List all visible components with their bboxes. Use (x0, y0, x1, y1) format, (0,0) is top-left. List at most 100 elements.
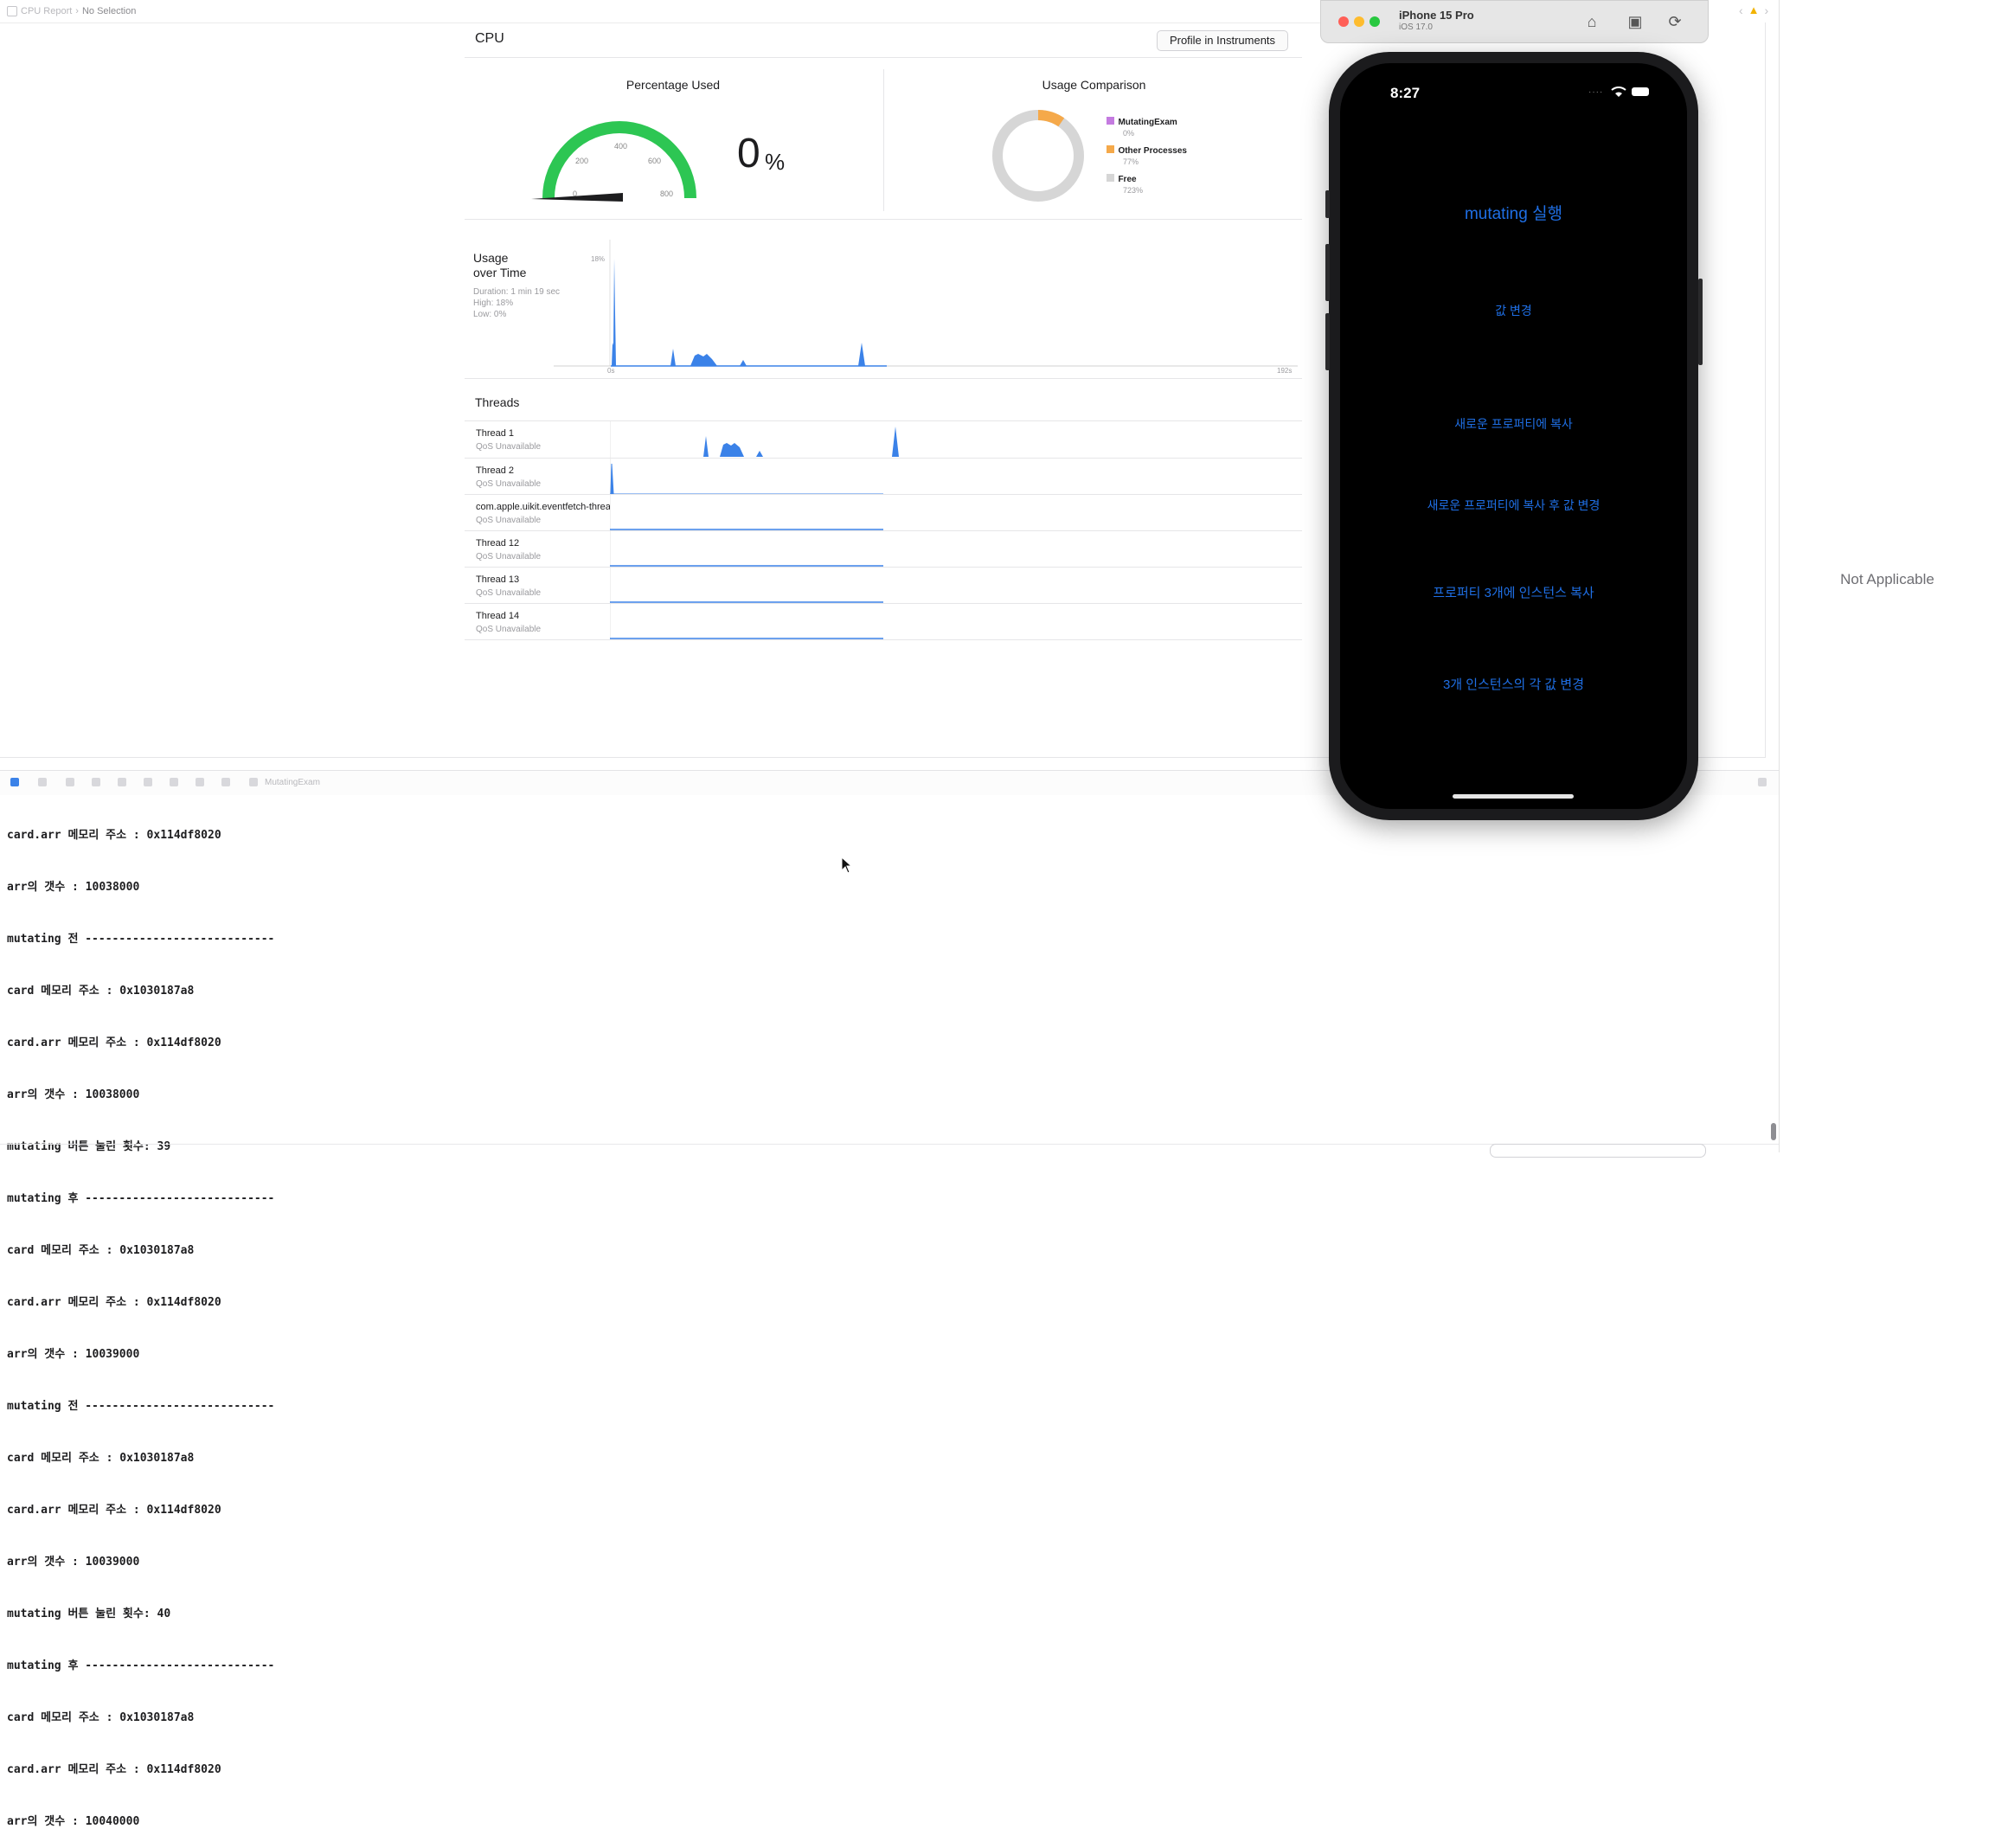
copy-instance-to-three-properties-button[interactable]: 프로퍼티 3개에 인스턴스 복사 (1340, 583, 1687, 601)
thread-name: Thread 12 (476, 538, 520, 549)
divider (465, 639, 1302, 640)
location-icon[interactable] (221, 778, 230, 786)
change-three-instances-button[interactable]: 3개 인스턴스의 각 값 변경 (1340, 675, 1687, 693)
console-line: card.arr 메모리 주소 : 0x114df8020 (7, 1763, 221, 1776)
console-line: card.arr 메모리 주소 : 0x114df8020 (7, 1504, 221, 1517)
step-over-icon[interactable] (66, 778, 74, 786)
thread-activity (610, 463, 883, 495)
screenshot-icon[interactable]: ▣ (1626, 12, 1645, 31)
thread-qos: QoS Unavailable (476, 625, 542, 634)
wifi-icon (1611, 87, 1626, 97)
console-line: mutating 버튼 눌린 횟수: 40 (7, 1607, 171, 1620)
console-line: arr의 갯수 : 10039000 (7, 1556, 140, 1569)
thread-activity (610, 427, 908, 457)
action-button[interactable] (1325, 190, 1330, 218)
usage-spike (690, 354, 717, 366)
home-indicator[interactable] (1453, 794, 1574, 799)
thread-row[interactable]: com.apple.uikit.eventfetch-thread QoS Un… (465, 495, 1302, 531)
thread-row[interactable]: Thread 1 QoS Unavailable (465, 421, 1302, 458)
percentage-unit: % (765, 149, 786, 175)
step-out-icon[interactable] (118, 778, 126, 786)
console-line: arr의 갯수 : 10040000 (7, 1815, 140, 1828)
copy-and-change-value-button[interactable]: 새로운 프로퍼티에 복사 후 값 변경 (1340, 497, 1687, 514)
usage-spike (858, 343, 865, 366)
console-output[interactable]: card.arr 메모리 주소 : 0x114df8020 arr의 갯수 : … (7, 792, 274, 1848)
debug-view-hierarchy-icon[interactable] (144, 778, 152, 786)
copy-to-new-property-button[interactable]: 새로운 프로퍼티에 복사 (1340, 415, 1687, 433)
console-filter-input[interactable] (1490, 1144, 1706, 1158)
chevron-right-icon: › (75, 6, 79, 16)
thread-name: com.apple.uikit.eventfetch-thread (476, 502, 610, 512)
thread-graph (610, 604, 883, 640)
rotate-icon[interactable]: ⟳ (1665, 12, 1684, 31)
step-in-icon[interactable] (92, 778, 100, 786)
debug-target-name: MutatingExam (265, 778, 320, 787)
breadcrumb-selection[interactable]: No Selection (82, 6, 136, 16)
console-line: mutating 전 ---------------------------- (7, 933, 275, 946)
change-value-button[interactable]: 값 변경 (1340, 302, 1687, 319)
gauge-tick-label: 400 (614, 142, 627, 151)
home-icon[interactable]: ⌂ (1582, 12, 1601, 31)
minimize-window-button[interactable] (1354, 16, 1364, 27)
console-line: card 메모리 주소 : 0x1030187a8 (7, 985, 195, 998)
volume-down-button[interactable] (1325, 313, 1330, 370)
memory-graph-icon[interactable] (170, 778, 178, 786)
usage-high: High: 18% (473, 298, 514, 308)
thread-name: Thread 14 (476, 611, 520, 621)
thread-row[interactable]: Thread 12 QoS Unavailable (465, 531, 1302, 568)
donut-free-segment (992, 110, 1084, 202)
gauge-tick-label: 600 (648, 157, 661, 165)
percentage-value: 0 (737, 131, 760, 176)
mutating-run-button[interactable]: mutating 실행 (1340, 201, 1687, 224)
thread-graph (610, 495, 883, 531)
panel-toggle-icon[interactable] (1758, 778, 1767, 786)
console-line: card 메모리 주소 : 0x1030187a8 (7, 1244, 195, 1257)
console-scrollbar[interactable] (1771, 1123, 1776, 1140)
simulator-device-name: iPhone 15 Pro (1399, 9, 1474, 22)
console-line: card.arr 메모리 주소 : 0x114df8020 (7, 829, 221, 842)
legend-swatch (1107, 117, 1114, 125)
console-line: mutating 후 ---------------------------- (7, 1659, 275, 1672)
iphone-screen (1340, 63, 1687, 809)
gauge-arc (542, 121, 696, 199)
legend-swatch (1107, 145, 1114, 153)
usage-low: Low: 0% (473, 310, 507, 319)
chevron-left-icon[interactable]: ‹ (1739, 3, 1743, 17)
chevron-right-icon[interactable]: › (1765, 3, 1769, 17)
zoom-window-button[interactable] (1370, 16, 1380, 27)
volume-up-button[interactable] (1325, 244, 1330, 301)
gauge-tick-label: 800 (660, 189, 673, 198)
thread-row[interactable]: Thread 14 QoS Unavailable (465, 604, 1302, 640)
usage-spike (670, 349, 676, 366)
breadcrumb-root[interactable]: CPU Report (21, 6, 72, 16)
inspector-placeholder: Not Applicable (1840, 571, 1934, 587)
status-bar-time: 8:27 (1390, 85, 1421, 101)
warning-icon[interactable]: ▲ (1748, 3, 1760, 17)
thread-graph (610, 459, 883, 495)
usage-stats: Duration: 1 min 19 sec High: 18% Low: 0% (473, 286, 560, 320)
legend-item-mutatingexam: MutatingExam 0% (1107, 113, 1177, 138)
thread-name: Thread 13 (476, 574, 520, 585)
divider (465, 378, 1302, 379)
usage-donut-chart (992, 110, 1084, 202)
environment-overrides-icon[interactable] (196, 778, 204, 786)
usage-over-time-title: Usage over Time (473, 251, 527, 279)
profile-in-instruments-button[interactable]: Profile in Instruments (1157, 30, 1288, 51)
divider (0, 22, 1332, 23)
thread-row[interactable]: Thread 2 QoS Unavailable (465, 459, 1302, 495)
cpu-gauge: 200 400 600 800 0 (531, 121, 696, 202)
close-window-button[interactable] (1338, 16, 1349, 27)
thread-qos: QoS Unavailable (476, 588, 542, 598)
console-toggle-icon[interactable] (10, 778, 19, 786)
thread-qos: QoS Unavailable (476, 552, 542, 561)
console-line: arr의 갯수 : 10038000 (7, 1088, 140, 1101)
thread-row[interactable]: Thread 13 QoS Unavailable (465, 568, 1302, 604)
console-line: card 메모리 주소 : 0x1030187a8 (7, 1711, 195, 1724)
battery-icon (1632, 87, 1649, 96)
divider (465, 219, 1302, 220)
thread-name: Thread 2 (476, 465, 515, 476)
pause-icon[interactable] (38, 778, 47, 786)
power-button[interactable] (1698, 279, 1703, 365)
gauge-tick-label: 200 (575, 157, 588, 165)
thread-qos: QoS Unavailable (476, 479, 542, 489)
